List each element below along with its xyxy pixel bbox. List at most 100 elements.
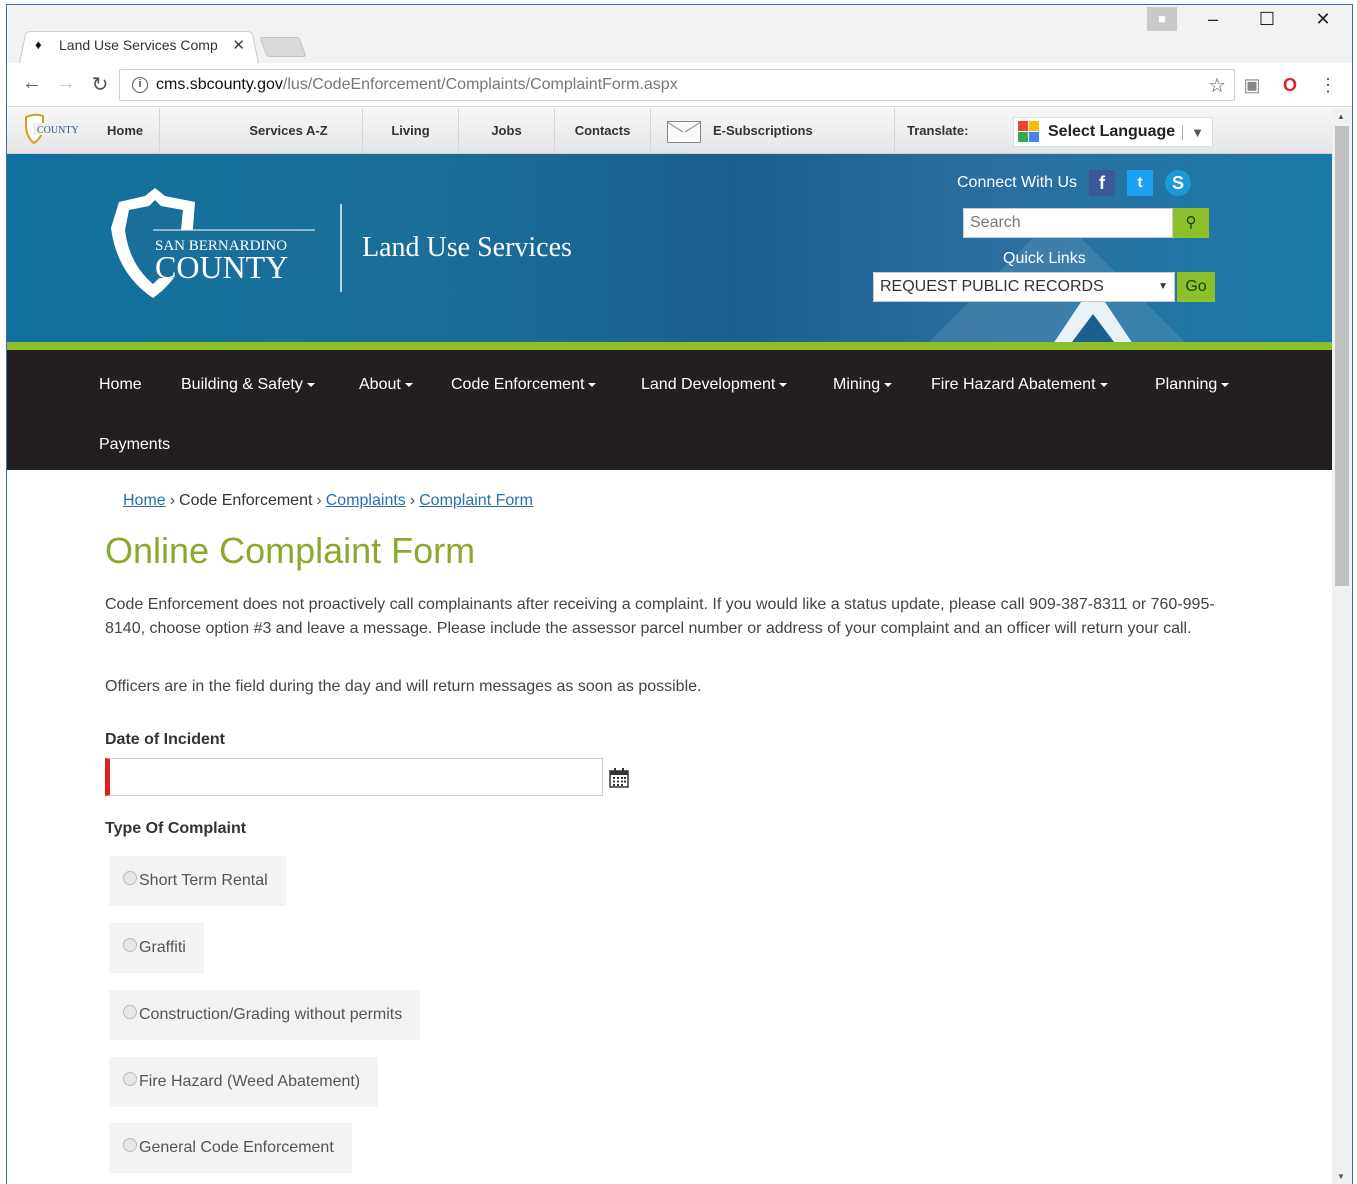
util-living-label: Living	[391, 123, 430, 138]
breadcrumb-separator: ›	[409, 492, 416, 509]
util-home-label: Home	[107, 123, 144, 138]
address-bar[interactable]: i cms.sbcounty.gov/lus/CodeEnforcement/C…	[119, 69, 1235, 101]
translate-label: Translate:	[907, 123, 969, 138]
complaint-option-fire-hazard[interactable]: Fire Hazard (Weed Abatement)	[109, 1057, 379, 1107]
url-text: cms.sbcounty.gov/lus/CodeEnforcement/Com…	[156, 76, 678, 94]
green-accent-strip	[7, 342, 1332, 350]
language-select-label: Select Language	[1048, 123, 1176, 140]
complaint-option-label: Fire Hazard (Weed Abatement)	[139, 1073, 361, 1090]
util-esubscriptions-link[interactable]: E-Subscriptions	[651, 108, 895, 154]
radio-button[interactable]	[123, 1072, 137, 1086]
complaint-option-short-term-rental[interactable]: Short Term Rental	[109, 856, 286, 906]
nav-code-enforcement[interactable]: Code Enforcement	[451, 376, 597, 394]
util-jobs-link[interactable]: Jobs	[459, 108, 555, 154]
officers-note: Officers are in the field during the day…	[105, 678, 702, 695]
nav-fire-hazard[interactable]: Fire Hazard Abatement	[931, 376, 1108, 394]
back-arrow-icon[interactable]: ←	[19, 72, 45, 95]
scrollbar-thumb[interactable]	[1335, 126, 1349, 586]
chevron-down-icon: ▼	[1158, 281, 1168, 292]
maximize-icon[interactable]: ☐	[1247, 9, 1287, 30]
scroll-up-icon[interactable]: ▲	[1337, 112, 1345, 121]
envelope-icon	[667, 120, 701, 143]
complaint-option-general[interactable]: General Code Enforcement	[109, 1123, 352, 1173]
banner-divider	[340, 204, 342, 292]
forward-arrow-icon[interactable]: →	[53, 72, 79, 95]
complaint-option-label: General Code Enforcement	[139, 1139, 334, 1156]
nav-home-label: Home	[99, 376, 142, 393]
caret-down-icon	[588, 382, 597, 387]
opera-icon[interactable]: O	[1279, 74, 1301, 96]
page-title: Online Complaint Form	[105, 530, 476, 571]
nav-building-safety-label: Building & Safety	[181, 376, 303, 393]
util-living-link[interactable]: Living	[363, 108, 459, 154]
extension-icon[interactable]: ▣	[1241, 74, 1263, 96]
scroll-down-icon[interactable]: ▼	[1337, 1172, 1345, 1181]
util-contacts-link[interactable]: Contacts	[555, 108, 651, 154]
nav-building-safety[interactable]: Building & Safety	[181, 376, 315, 394]
nav-land-development-label: Land Development	[641, 376, 776, 393]
site-search-input[interactable]	[963, 208, 1173, 238]
utility-bar: COUNTY Home Services A-Z Living Jobs Con…	[7, 108, 1332, 154]
nav-mining-label: Mining	[833, 376, 881, 393]
bookmark-star-icon[interactable]: ☆	[1208, 73, 1226, 98]
caret-down-icon	[404, 382, 413, 387]
radio-button[interactable]	[123, 938, 137, 952]
header-banner: SAN BERNARDINO COUNTY Land Use Services …	[7, 154, 1332, 342]
new-tab-button[interactable]	[259, 37, 307, 57]
radio-button[interactable]	[123, 1138, 137, 1152]
twitter-icon[interactable]: t	[1127, 170, 1154, 196]
county-name-line2: COUNTY	[155, 249, 288, 285]
info-icon[interactable]: i	[132, 77, 148, 93]
browser-window: ♦ Land Use Services Comp ✕ ■ – ☐ ✕ ← → ↻…	[6, 4, 1353, 1184]
search-icon[interactable]: ⚲	[1173, 208, 1209, 238]
breadcrumb: Home › Code Enforcement › Complaints › Complai…	[123, 492, 533, 510]
nav-land-development[interactable]: Land Development	[641, 376, 788, 394]
browser-titlebar: ♦ Land Use Services Comp ✕ ■ – ☐ ✕	[7, 5, 1352, 63]
nav-payments-label: Payments	[99, 436, 171, 453]
go-button[interactable]: Go	[1177, 272, 1215, 302]
browser-tab-content[interactable]: ♦ Land Use Services Comp ✕	[35, 36, 245, 54]
complaint-option-graffiti[interactable]: Graffiti	[109, 923, 204, 973]
caret-down-icon	[884, 382, 893, 387]
breadcrumb-current[interactable]: Complaint Form	[419, 492, 533, 509]
util-home-link[interactable]: Home	[91, 108, 161, 154]
util-esubscriptions-label: E-Subscriptions	[713, 123, 813, 138]
google-translate-icon	[1018, 121, 1040, 143]
quick-links-select[interactable]: REQUEST PUBLIC RECORDS ▼	[873, 272, 1175, 302]
page-viewport: COUNTY Home Services A-Z Living Jobs Con…	[7, 108, 1332, 1184]
util-services-link[interactable]: Services A-Z	[215, 108, 363, 154]
county-logo[interactable]: SAN BERNARDINO COUNTY	[105, 188, 325, 308]
radio-button[interactable]	[123, 1005, 137, 1019]
language-select[interactable]: Select Language ▼	[1013, 117, 1213, 147]
reload-icon[interactable]: ↻	[87, 72, 113, 97]
nav-planning-label: Planning	[1155, 376, 1218, 393]
breadcrumb-home[interactable]: Home	[123, 492, 166, 509]
caret-down-icon	[306, 382, 315, 387]
complaint-option-label: Short Term Rental	[139, 872, 268, 889]
minimize-icon[interactable]: –	[1193, 9, 1233, 30]
complaint-option-construction[interactable]: Construction/Grading without permits	[109, 990, 421, 1040]
breadcrumb-complaints[interactable]: Complaints	[326, 492, 406, 509]
page-scrollbar[interactable]: ▲ ▼	[1332, 108, 1352, 1184]
nav-about[interactable]: About	[359, 376, 413, 394]
close-window-icon[interactable]: ✕	[1303, 9, 1343, 30]
date-of-incident-input[interactable]	[105, 758, 603, 796]
tab-close-icon[interactable]: ✕	[232, 36, 245, 54]
caret-down-icon	[779, 382, 788, 387]
connect-label: Connect With Us	[957, 174, 1078, 191]
nav-code-enforcement-label: Code Enforcement	[451, 376, 585, 393]
facebook-icon[interactable]: f	[1089, 170, 1116, 196]
calendar-icon[interactable]	[609, 768, 629, 788]
county-small-logo[interactable]: COUNTY	[23, 113, 85, 145]
nav-payments[interactable]: Payments	[99, 436, 170, 454]
nav-fire-hazard-label: Fire Hazard Abatement	[931, 376, 1096, 393]
browser-toolbar: ← → ↻ i cms.sbcounty.gov/lus/CodeEnforce…	[7, 63, 1352, 107]
breadcrumb-section: Code Enforcement	[179, 492, 313, 509]
radio-button[interactable]	[123, 871, 137, 885]
nav-home[interactable]: Home	[99, 376, 142, 394]
skype-icon[interactable]: S	[1165, 170, 1192, 196]
menu-dots-icon[interactable]: ⋮	[1317, 74, 1339, 96]
profile-icon[interactable]: ■	[1147, 7, 1177, 31]
nav-mining[interactable]: Mining	[833, 376, 893, 394]
nav-planning[interactable]: Planning	[1155, 376, 1230, 394]
